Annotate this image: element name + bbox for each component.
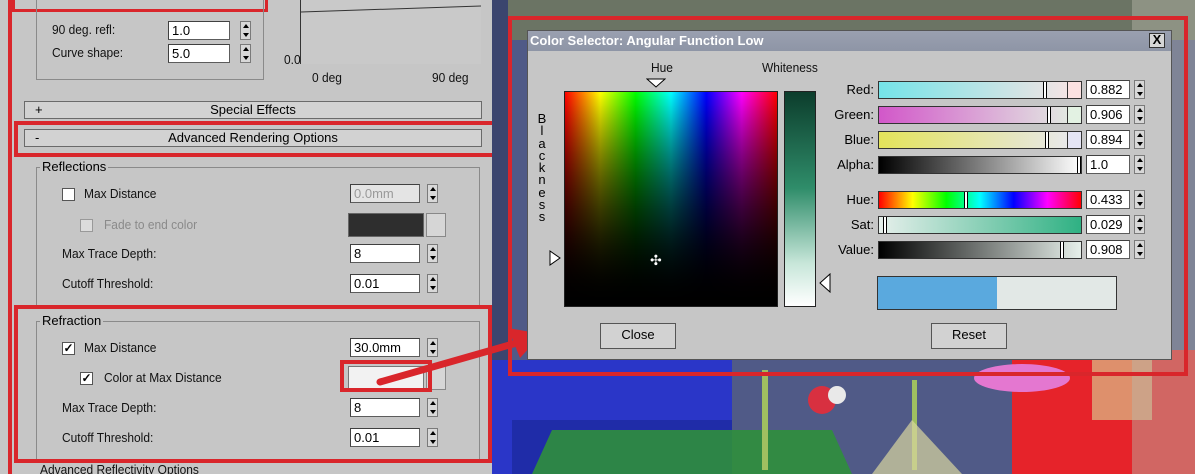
channel-slider-handle[interactable] — [1060, 242, 1064, 258]
channel-slider[interactable] — [878, 131, 1082, 149]
whiteness-label: Whiteness — [762, 60, 818, 75]
reset-button[interactable]: Reset — [931, 323, 1007, 349]
reflections-group-title: Reflections — [40, 159, 109, 174]
channel-slider-handle[interactable] — [1043, 82, 1047, 98]
whiteness-pointer-icon[interactable] — [819, 273, 831, 293]
reflect-trace-depth-label: Max Trace Depth: — [62, 246, 157, 261]
reflect-cutoff-label: Cutoff Threshold: — [62, 276, 154, 291]
rollout-advanced-reflectivity[interactable]: Advanced Reflectivity Options — [40, 462, 199, 474]
color-selector-dialog: Color Selector: Angular Function Low X H… — [527, 30, 1172, 360]
color-picker-cursor-icon[interactable]: ✣ — [650, 253, 662, 267]
channel-label: Red: — [846, 82, 874, 97]
reflect-cutoff-field[interactable]: 0.01 — [350, 274, 420, 293]
reflect-trace-depth-field[interactable]: 8 — [350, 244, 420, 263]
channel-slider[interactable] — [878, 106, 1082, 124]
channel-slider-handle[interactable] — [1045, 132, 1049, 148]
close-button[interactable]: Close — [600, 323, 676, 349]
reflect-max-distance-spinner[interactable] — [427, 184, 438, 203]
hue-blackness-field[interactable]: ✣ — [564, 91, 778, 307]
channel-slider-handle[interactable] — [883, 217, 887, 233]
channel-preview-swatch — [1067, 82, 1081, 98]
channel-spinner[interactable] — [1134, 155, 1145, 174]
dialog-title: Color Selector: Angular Function Low — [528, 31, 1171, 51]
fade-end-color-checkbox[interactable] — [80, 219, 93, 232]
fade-end-color-label: Fade to end color — [104, 217, 198, 232]
dialog-close-icon[interactable]: X — [1149, 33, 1165, 48]
channel-value-field[interactable]: 0.908 — [1086, 240, 1130, 259]
material-editor-panel: 90 deg. refl: 1.0 Curve shape: 5.0 0.0 0… — [0, 0, 492, 474]
reflect-cutoff-spinner[interactable] — [427, 274, 438, 293]
reflect-max-distance-label: Max Distance — [84, 186, 157, 201]
channel-spinner[interactable] — [1134, 215, 1145, 234]
channel-value-field[interactable]: 0.894 — [1086, 130, 1130, 149]
channel-label: Green: — [834, 107, 874, 122]
rollout-expand-icon: + — [35, 102, 43, 117]
channel-label: Value: — [838, 242, 874, 257]
original-color-swatch[interactable] — [878, 277, 997, 309]
channel-slider[interactable] — [878, 156, 1082, 174]
channel-label: Blue: — [844, 132, 874, 147]
blackness-label: B l a c k n e s s — [537, 111, 547, 225]
channel-value-field[interactable]: 0.433 — [1086, 190, 1130, 209]
highlight-left-edge — [0, 0, 12, 474]
rollout-special-effects-label: Special Effects — [210, 102, 296, 117]
channel-label: Sat: — [850, 217, 874, 232]
channel-slider-handle[interactable] — [1077, 157, 1081, 173]
channel-spinner[interactable] — [1134, 240, 1145, 259]
channel-spinner[interactable] — [1134, 190, 1145, 209]
channel-label: Alpha: — [837, 157, 874, 172]
color-compare — [877, 276, 1117, 310]
reflect-trace-depth-spinner[interactable] — [427, 244, 438, 263]
channel-slider[interactable] — [878, 216, 1082, 234]
channel-value-field[interactable]: 0.906 — [1086, 105, 1130, 124]
reflect-max-distance-checkbox[interactable] — [62, 188, 75, 201]
rollout-special-effects[interactable]: + Special Effects — [24, 101, 482, 119]
channel-slider-handle[interactable] — [964, 192, 968, 208]
channel-value-field[interactable]: 0.029 — [1086, 215, 1130, 234]
channel-slider[interactable] — [878, 191, 1082, 209]
channel-preview-swatch — [1067, 132, 1081, 148]
hue-label: Hue — [651, 60, 673, 75]
graph-x-min: 0 deg — [312, 70, 342, 85]
channel-spinner[interactable] — [1134, 130, 1145, 149]
channel-value-field[interactable]: 0.882 — [1086, 80, 1130, 99]
channel-value-field[interactable]: 1.0 — [1086, 155, 1130, 174]
graph-y-min: 0.0 — [284, 52, 301, 67]
falloff-graph[interactable] — [300, 0, 481, 64]
hue-pointer-icon[interactable] — [646, 78, 666, 88]
channel-slider-handle[interactable] — [1047, 107, 1051, 123]
channel-slider[interactable] — [878, 81, 1082, 99]
blackness-pointer-icon[interactable] — [549, 250, 561, 266]
fade-end-map-button[interactable] — [426, 213, 446, 237]
channel-spinner[interactable] — [1134, 80, 1145, 99]
fade-end-color-swatch[interactable] — [348, 213, 424, 237]
channel-preview-swatch — [1067, 107, 1081, 123]
falloff-group-frame — [36, 0, 264, 80]
channel-label: Hue: — [846, 192, 874, 207]
reflect-max-distance-field[interactable]: 0.0mm — [350, 184, 420, 203]
channel-slider[interactable] — [878, 241, 1082, 259]
highlight-box-advanced-rendering — [14, 121, 492, 157]
channel-spinner[interactable] — [1134, 105, 1145, 124]
graph-x-max: 90 deg — [432, 70, 469, 85]
new-color-swatch[interactable] — [997, 277, 1116, 309]
